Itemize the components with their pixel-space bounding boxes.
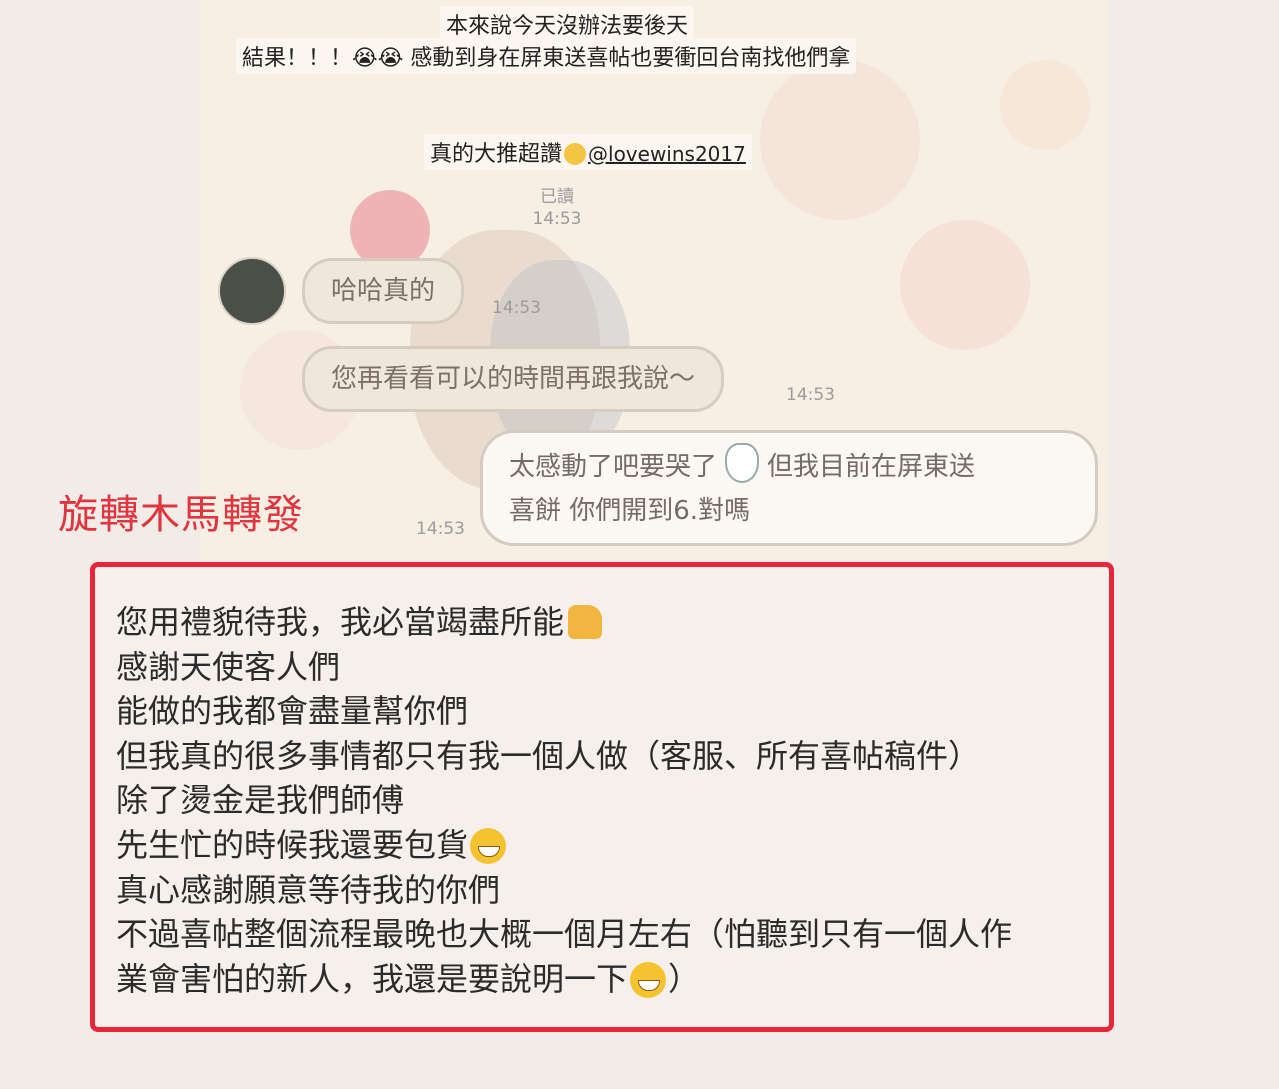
message-line: 不過喜帖整個流程最晚也大概一個月左右（怕聽到只有一個人作 [116, 915, 1013, 954]
message-line: 除了燙金是我們師傅 [116, 781, 405, 820]
message-line: 您用禮貌待我，我必當竭盡所能 [116, 600, 1012, 645]
grinning-face-icon [630, 961, 667, 998]
message-text: 太感動了吧要哭了 [509, 452, 718, 482]
bunny-sticker-icon [725, 443, 760, 483]
message-line: 真心感謝願意等待我的你們 [116, 870, 501, 909]
avatar[interactable] [218, 257, 286, 325]
flower-decoration [760, 60, 920, 220]
message-text: 喜餅 你們開到6.對嗎 [509, 496, 751, 526]
flower-decoration [900, 220, 1030, 350]
message-text: 您再看看可以的時間再跟我說～ [331, 364, 696, 394]
message-line: 先生忙的時候我還要包貨 [116, 823, 1012, 868]
caption-line-3: 真的大推超讚 @lovewins2017 [424, 134, 752, 170]
message-line: 感謝天使客人們 [116, 647, 341, 686]
pleading-face-icon [564, 143, 587, 165]
read-time: 14:53 [532, 209, 582, 229]
incoming-message-bubble: 您再看看可以的時間再跟我說～ [302, 346, 725, 412]
read-status: 已讀 [540, 187, 574, 207]
message-text: 哈哈真的 [331, 276, 436, 306]
message-line: 但我真的很多事情都只有我一個人做（客服、所有喜帖稿件） [116, 736, 981, 775]
message-line: 業會害怕的新人，我還是要說明一下） [116, 959, 701, 998]
grinning-face-icon [470, 827, 507, 864]
caption-line-1: 本來說今天沒辦法要後天 [440, 6, 695, 42]
message-timestamp: 14:53 [416, 519, 465, 539]
message-timestamp: 14:53 [492, 298, 541, 318]
flower-decoration [1000, 60, 1090, 150]
incoming-message-bubble: 哈哈真的 [302, 258, 465, 324]
message-timestamp: 14:53 [786, 385, 835, 405]
outgoing-message-bubble: 太感動了吧要哭了 但我目前在屏東送 喜餅 你們開到6.對嗎 [480, 430, 1098, 546]
caption-text: 真的大推超讚 [430, 142, 563, 167]
mention-link[interactable]: @lovewins2017 [588, 142, 746, 166]
message-text: 但我目前在屏東送 [767, 452, 976, 482]
caption-line-2: 結果！！！😭😭 感動到身在屏東送喜帖也要衝回台南找他們拿 [236, 38, 857, 74]
message-line: 能做的我都會盡量幫你們 [116, 692, 469, 731]
message-body: 您用禮貌待我，我必當竭盡所能 感謝天使客人們 能做的我都會盡量幫你們 但我真的很… [116, 600, 1012, 1001]
thumbs-up-icon [568, 605, 603, 639]
read-receipt: 已讀 14:53 [528, 186, 586, 230]
repost-label: 旋轉木馬轉發 [58, 492, 304, 538]
